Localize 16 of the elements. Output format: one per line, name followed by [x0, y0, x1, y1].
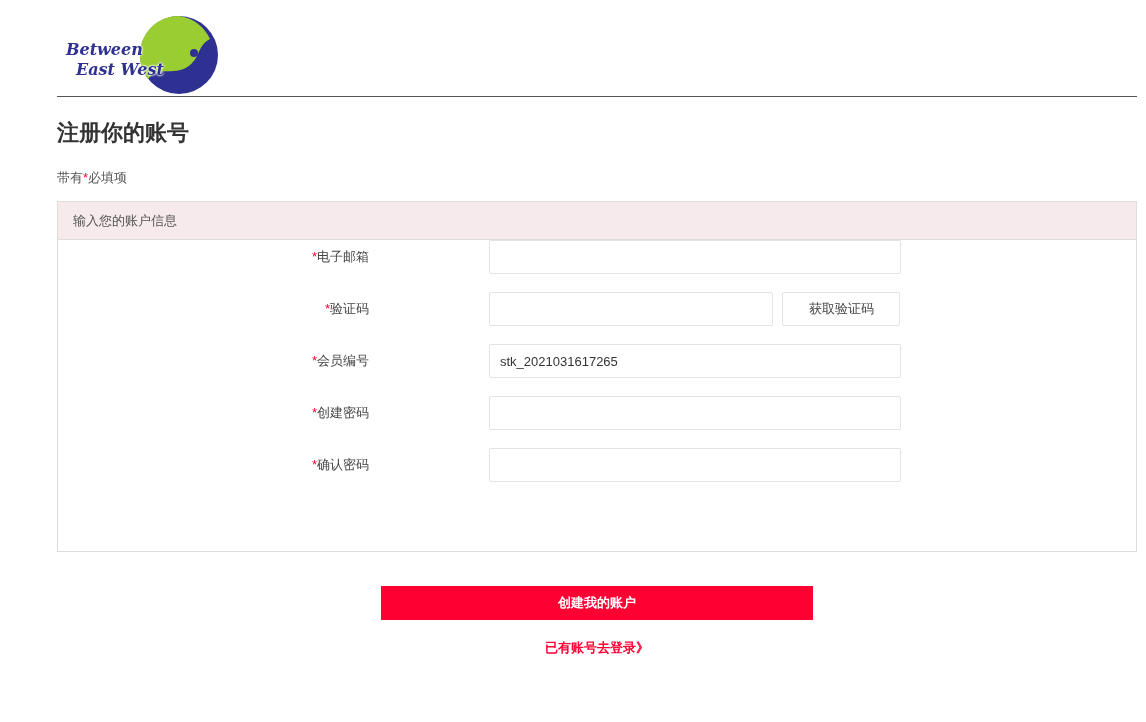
- field-label: *验证码: [324, 301, 369, 317]
- page-heading: 注册你的账号: [57, 119, 189, 147]
- field-label: *会员编号: [311, 353, 369, 369]
- input-field[interactable]: stk_2021031617265: [489, 344, 901, 378]
- panel-title: 输入您的账户信息: [73, 211, 177, 230]
- field-label: *创建密码: [311, 405, 369, 421]
- field-label: *确认密码: [311, 457, 369, 473]
- input-field[interactable]: [489, 240, 901, 274]
- field-label: *电子邮箱: [311, 249, 369, 265]
- input-field[interactable]: [489, 292, 773, 326]
- input-field[interactable]: [489, 448, 901, 482]
- create-account-button[interactable]: 创建我的账户: [381, 586, 813, 620]
- get-code-button[interactable]: 获取验证码: [782, 292, 900, 326]
- required-note: 带有*必填项: [57, 169, 128, 187]
- input-field[interactable]: [489, 396, 901, 430]
- login-link[interactable]: 已有账号去登录》: [545, 638, 649, 658]
